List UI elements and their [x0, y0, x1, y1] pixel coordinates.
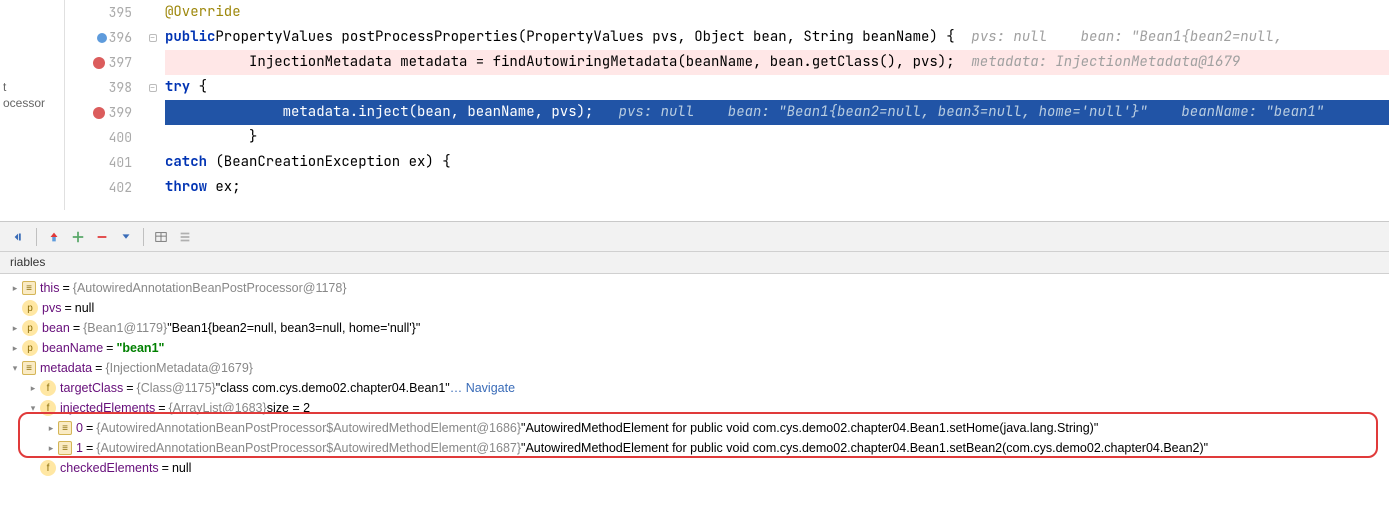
code-line-395[interactable]: @Override — [165, 0, 1389, 25]
table-view-icon[interactable] — [150, 226, 172, 248]
var-metadata[interactable]: ≡ metadata = {InjectionMetadata@1679} — [0, 358, 1389, 378]
line-number: 396 — [109, 29, 132, 46]
expand-arrow-icon[interactable] — [44, 423, 58, 434]
var-element-1[interactable]: ≡ 1 = {AutowiredAnnotationBeanPostProces… — [0, 438, 1389, 458]
code-editor[interactable]: t ocessor 395↑396397398399400401402 −− @… — [0, 0, 1389, 210]
code-line-402[interactable]: throw ex; — [165, 175, 1389, 200]
fold-icon[interactable]: − — [149, 84, 157, 92]
code-line-399[interactable]: metadata.inject(bean, beanName, pvs); pv… — [165, 100, 1389, 125]
param-icon: p — [22, 320, 38, 336]
fold-gutter-row[interactable]: − — [140, 75, 165, 100]
breakpoint-icon[interactable] — [93, 107, 105, 119]
code-lines[interactable]: @Override public PropertyValues postProc… — [165, 0, 1389, 210]
object-icon: ≡ — [22, 281, 36, 295]
variables-panel[interactable]: ≡ this = {AutowiredAnnotationBeanPostPro… — [0, 274, 1389, 515]
gutter-fold-icons[interactable]: −− — [140, 0, 165, 210]
expand-arrow-icon[interactable] — [8, 283, 22, 294]
code-line-401[interactable]: catch (BeanCreationException ex) { — [165, 150, 1389, 175]
line-number: 401 — [109, 154, 132, 171]
code-line-398[interactable]: try { — [165, 75, 1389, 100]
field-icon: f — [40, 460, 56, 476]
fold-gutter-row[interactable] — [140, 50, 165, 75]
expand-arrow-icon[interactable] — [26, 383, 40, 394]
gutter-line-396[interactable]: ↑396 — [65, 25, 140, 50]
restart-frame-icon[interactable] — [8, 226, 30, 248]
var-beanName[interactable]: p beanName = "bean1" — [0, 338, 1389, 358]
remove-watch-icon[interactable] — [91, 226, 113, 248]
fold-gutter-row[interactable] — [140, 150, 165, 175]
collapse-arrow-icon[interactable] — [26, 403, 40, 414]
override-icon[interactable]: ↑ — [97, 33, 107, 43]
gutter-line-401[interactable]: 401 — [65, 150, 140, 175]
collapse-arrow-icon[interactable] — [8, 363, 22, 374]
object-icon: ≡ — [58, 441, 72, 455]
expand-arrow-icon[interactable] — [8, 343, 22, 354]
toolbar-separator — [143, 228, 144, 246]
variables-panel-header: riables — [0, 252, 1389, 274]
debug-toolbar — [0, 222, 1389, 252]
var-bean[interactable]: p bean = {Bean1@1179} "Bean1{bean2=null,… — [0, 318, 1389, 338]
fold-gutter-row[interactable] — [140, 125, 165, 150]
fold-gutter-row[interactable] — [140, 100, 165, 125]
code-line-397[interactable]: InjectionMetadata metadata = findAutowir… — [165, 50, 1389, 75]
field-icon: f — [40, 380, 56, 396]
fold-gutter-row[interactable]: − — [140, 25, 165, 50]
add-watch-icon[interactable] — [67, 226, 89, 248]
line-number: 395 — [109, 4, 132, 21]
object-icon: ≡ — [58, 421, 72, 435]
fold-gutter-row[interactable] — [140, 0, 165, 25]
editor-gutter[interactable]: 395 ↑396 397 398 399 400 401 402 — [65, 0, 140, 210]
stack-up-icon[interactable] — [43, 226, 65, 248]
list-view-icon[interactable] — [174, 226, 196, 248]
breakpoint-icon[interactable] — [93, 57, 105, 69]
var-targetClass[interactable]: f targetClass = {Class@1175} "class com.… — [0, 378, 1389, 398]
var-checkedElements[interactable]: f checkedElements = null — [0, 458, 1389, 478]
structure-sidebar: t ocessor — [0, 0, 65, 210]
var-this[interactable]: ≡ this = {AutowiredAnnotationBeanPostPro… — [0, 278, 1389, 298]
code-line-400[interactable]: } — [165, 125, 1389, 150]
line-number: 399 — [109, 104, 132, 121]
object-icon: ≡ — [22, 361, 36, 375]
navigate-link[interactable]: … Navigate — [450, 381, 515, 395]
toolbar-separator — [36, 228, 37, 246]
tool-window-splitter[interactable] — [0, 210, 1389, 222]
gutter-line-397[interactable]: 397 — [65, 50, 140, 75]
line-number: 402 — [109, 179, 132, 196]
param-icon: p — [22, 300, 38, 316]
field-icon: f — [40, 400, 56, 416]
expand-arrow-icon[interactable] — [44, 443, 58, 454]
code-line-396[interactable]: public PropertyValues postProcessPropert… — [165, 25, 1389, 50]
gutter-line-395[interactable]: 395 — [65, 0, 140, 25]
line-number: 397 — [109, 54, 132, 71]
param-icon: p — [22, 340, 38, 356]
settings-dropdown-icon[interactable] — [115, 226, 137, 248]
fold-icon[interactable]: − — [149, 34, 157, 42]
var-pvs[interactable]: p pvs = null — [0, 298, 1389, 318]
gutter-line-398[interactable]: 398 — [65, 75, 140, 100]
gutter-line-399[interactable]: 399 — [65, 100, 140, 125]
var-injectedElements[interactable]: f injectedElements = {ArrayList@1683} si… — [0, 398, 1389, 418]
line-number: 400 — [109, 129, 132, 146]
expand-arrow-icon[interactable] — [8, 323, 22, 334]
gutter-line-400[interactable]: 400 — [65, 125, 140, 150]
gutter-line-402[interactable]: 402 — [65, 175, 140, 200]
var-element-0[interactable]: ≡ 0 = {AutowiredAnnotationBeanPostProces… — [0, 418, 1389, 438]
line-number: 398 — [109, 79, 132, 96]
fold-gutter-row[interactable] — [140, 175, 165, 200]
